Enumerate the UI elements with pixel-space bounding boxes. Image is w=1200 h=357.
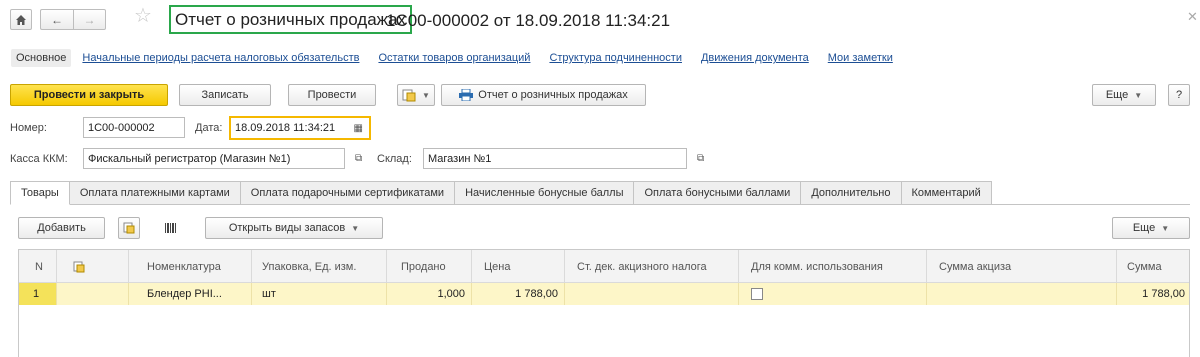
save-button[interactable]: Записать — [179, 84, 271, 106]
cell-icon[interactable] — [57, 283, 129, 305]
link-subordination[interactable]: Структура подчиненности — [549, 52, 682, 64]
cell-unit[interactable]: шт — [252, 283, 387, 305]
open-stock-types-label: Открыть виды запасов — [228, 222, 346, 234]
link-stock-balances[interactable]: Остатки товаров организаций — [378, 52, 530, 64]
chevron-down-icon: ▼ — [351, 223, 360, 233]
arrow-right-icon: → — [83, 12, 96, 27]
home-icon — [16, 14, 26, 25]
page-title: Отчет о розничных продажах — [175, 9, 406, 29]
goods-table[interactable]: N Номенклатура Упаковка, Ед. изм. Продан… — [18, 249, 1190, 357]
col-item[interactable]: Номенклатура — [129, 250, 252, 283]
col-commercial[interactable]: Для комм. использования — [739, 250, 927, 283]
link-document-movements[interactable]: Движения документа — [701, 52, 809, 64]
col-sum[interactable]: Сумма — [1117, 250, 1191, 283]
cell-excise-rate[interactable] — [565, 283, 739, 305]
help-button[interactable]: ? — [1168, 84, 1190, 106]
cell-item[interactable]: Блендер PHI... — [129, 283, 252, 305]
cell-commercial[interactable] — [739, 283, 927, 305]
cell-n[interactable]: 1 — [19, 283, 57, 305]
page-title-number: 1С00-000002 от 18.09.2018 11:34:21 — [386, 11, 671, 30]
table-more-label: Еще — [1132, 222, 1156, 234]
tab-additional[interactable]: Дополнительно — [801, 181, 902, 205]
document-title-highlight: Отчет о розничных продажах — [169, 5, 412, 34]
col-unit[interactable]: Упаковка, Ед. изм. — [252, 250, 387, 283]
cell-sold[interactable]: 1,000 — [387, 283, 472, 305]
number-label: Номер: — [10, 122, 47, 134]
kkm-field[interactable]: Фискальный регистратор (Магазин №1) — [83, 148, 345, 169]
fill-icon — [123, 222, 135, 234]
tab-gift-cert-payments[interactable]: Оплата подарочными сертификатами — [240, 181, 456, 205]
close-icon[interactable]: ✕ — [1187, 9, 1198, 25]
kkm-label: Касса ККМ: — [10, 153, 68, 165]
col-price[interactable]: Цена — [472, 250, 565, 283]
forward-button[interactable]: → — [73, 9, 106, 30]
barcode-button[interactable] — [160, 217, 182, 239]
fill-button[interactable] — [118, 217, 140, 239]
chevron-down-icon: ▼ — [1161, 223, 1170, 233]
col-icon[interactable] — [57, 250, 129, 283]
link-main[interactable]: Основное — [11, 49, 72, 67]
create-based-icon — [402, 89, 416, 102]
create-based-button[interactable]: ▼ — [397, 84, 435, 106]
col-excise-sum[interactable]: Сумма акциза — [927, 250, 1117, 283]
home-button[interactable] — [10, 9, 32, 30]
add-button[interactable]: Добавить — [18, 217, 105, 239]
print-report-button[interactable]: Отчет о розничных продажах — [441, 84, 646, 106]
arrow-left-icon: ← — [51, 12, 63, 27]
open-link-icon[interactable]: ⧉ — [355, 153, 362, 164]
back-button[interactable]: ← — [40, 9, 73, 30]
tab-accrued-bonus[interactable]: Начисленные бонусные баллы — [455, 181, 635, 205]
section-links: Основное Начальные периоды расчета налог… — [11, 49, 912, 67]
post-button[interactable]: Провести — [288, 84, 376, 106]
tab-bonus-payments[interactable]: Оплата бонусными баллами — [634, 181, 802, 205]
link-my-notes[interactable]: Мои заметки — [828, 52, 893, 64]
open-stock-types-button[interactable]: Открыть виды запасов ▼ — [205, 217, 383, 239]
open-link-icon[interactable]: ⧉ — [697, 153, 704, 164]
date-label: Дата: — [195, 122, 223, 134]
link-tax-periods[interactable]: Начальные периоды расчета налоговых обяз… — [82, 52, 359, 64]
more-button[interactable]: Еще ▼ — [1092, 84, 1156, 106]
tab-goods[interactable]: Товары — [10, 181, 70, 205]
chevron-down-icon: ▼ — [422, 90, 430, 100]
number-field[interactable]: 1С00-000002 — [83, 117, 185, 138]
table-header: N Номенклатура Упаковка, Ед. изм. Продан… — [19, 250, 1189, 283]
table-more-button[interactable]: Еще ▼ — [1112, 217, 1190, 239]
date-field[interactable]: 18.09.2018 11:34:21 ▦ — [229, 116, 371, 140]
tab-comment[interactable]: Комментарий — [901, 181, 992, 205]
tab-card-payments[interactable]: Оплата платежными картами — [69, 181, 241, 205]
commercial-checkbox[interactable] — [751, 288, 763, 300]
cell-excise-sum[interactable] — [927, 283, 1117, 305]
col-sold[interactable]: Продано — [387, 250, 472, 283]
printer-icon — [459, 89, 474, 101]
more-label: Еще — [1105, 89, 1129, 101]
document-icon — [73, 261, 85, 272]
post-and-close-button[interactable]: Провести и закрыть — [10, 84, 168, 106]
cell-price[interactable]: 1 788,00 — [472, 283, 565, 305]
table-row[interactable]: 1 Блендер PHI... шт 1,000 1 788,00 1 788… — [19, 283, 1189, 305]
col-n[interactable]: N — [19, 250, 57, 283]
col-excise-rate[interactable]: Ст. дек. акцизного налога — [565, 250, 739, 283]
star-icon[interactable]: ☆ — [134, 6, 152, 26]
warehouse-field[interactable]: Магазин №1 — [423, 148, 687, 169]
calendar-icon[interactable]: ▦ — [354, 123, 363, 134]
tab-bar: Товары Оплата платежными картами Оплата … — [10, 181, 992, 205]
barcode-icon — [165, 223, 176, 233]
date-value: 18.09.2018 11:34:21 — [235, 122, 336, 134]
print-report-label: Отчет о розничных продажах — [478, 89, 628, 101]
cell-sum[interactable]: 1 788,00 — [1117, 283, 1191, 305]
warehouse-label: Склад: — [377, 153, 412, 165]
chevron-down-icon: ▼ — [1134, 90, 1143, 100]
